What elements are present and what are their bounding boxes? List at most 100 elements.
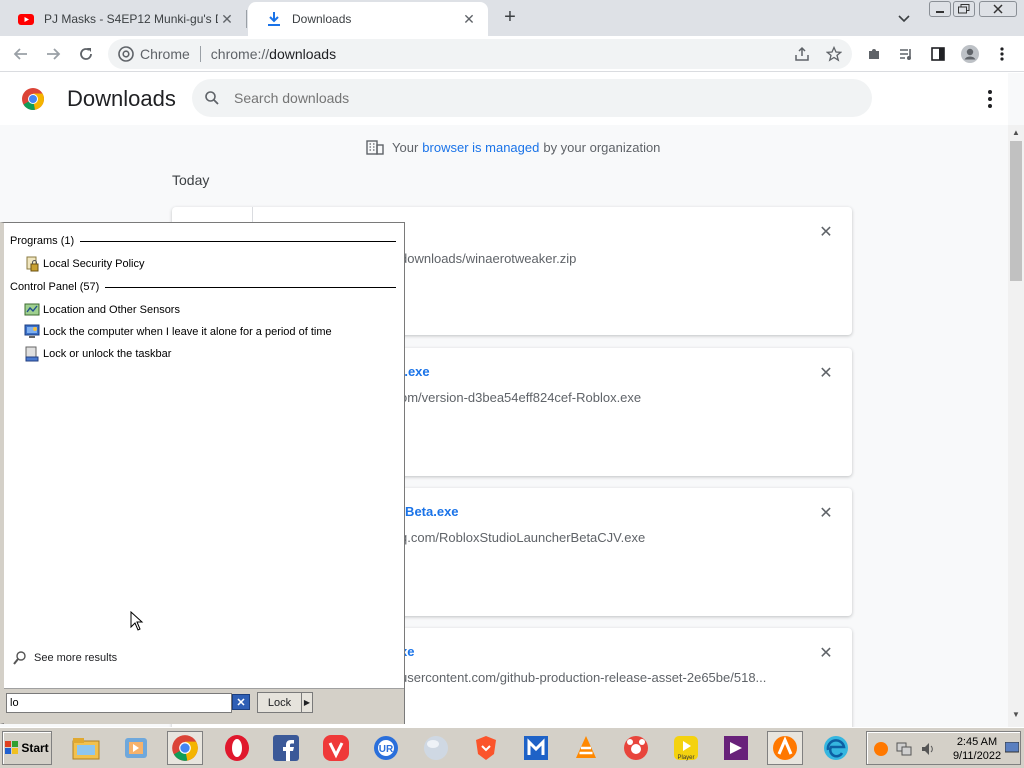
- see-more-results-link[interactable]: See more results: [12, 650, 117, 666]
- taskbar-visual-studio[interactable]: [718, 731, 754, 765]
- control-panel-header-label: Control Panel (57): [10, 281, 100, 293]
- taskbar-facebook[interactable]: [268, 731, 304, 765]
- tab-strip: PJ Masks - S4EP12 Munki-gu's Drag ✕ Down…: [0, 0, 1024, 36]
- avast-tray-icon[interactable]: [873, 741, 889, 757]
- taskbar-media-player[interactable]: [118, 731, 154, 765]
- volume-icon[interactable]: [920, 741, 936, 757]
- search-icon: [205, 91, 219, 105]
- taskbar-brave[interactable]: [468, 731, 504, 765]
- avatar-icon: [961, 45, 979, 63]
- clear-search-button[interactable]: ✕: [232, 694, 250, 710]
- taskbar-chrome[interactable]: [167, 731, 203, 765]
- close-tab-icon[interactable]: ✕: [460, 10, 478, 28]
- result-label: Lock the computer when I leave it alone …: [43, 326, 332, 338]
- restore-icon: [958, 4, 970, 14]
- tab-youtube[interactable]: PJ Masks - S4EP12 Munki-gu's Drag ✕: [0, 2, 246, 36]
- remove-download-button[interactable]: ✕: [816, 364, 836, 384]
- vlc-icon: [576, 736, 596, 758]
- taskbar-app[interactable]: [618, 731, 654, 765]
- programs-group-header: Programs (1): [10, 235, 396, 247]
- start-label: Start: [21, 741, 49, 755]
- edge-icon: [824, 736, 848, 760]
- download-url[interactable]: usercontent.com/github-production-releas…: [400, 670, 766, 685]
- page-title: Downloads: [67, 86, 176, 111]
- mouse-cursor-icon: [130, 611, 144, 631]
- scrollbar-thumb[interactable]: [1010, 141, 1022, 281]
- system-tray: 2:45 AM 9/11/2022: [866, 731, 1021, 765]
- downloads-menu-button[interactable]: [978, 87, 1002, 111]
- taskbar-opera[interactable]: [219, 731, 255, 765]
- minimize-button[interactable]: [929, 1, 951, 17]
- managed-link[interactable]: browser is managed: [422, 140, 539, 155]
- opera-icon: [225, 735, 249, 761]
- card-divider: [252, 207, 253, 223]
- taskbar-explorer[interactable]: [68, 731, 104, 765]
- close-window-button[interactable]: [979, 1, 1017, 17]
- search-input[interactable]: [234, 90, 834, 106]
- result-lock-computer[interactable]: Lock the computer when I leave it alone …: [24, 323, 332, 341]
- scroll-up-arrow-icon[interactable]: ▲: [1011, 128, 1021, 138]
- ur-browser-icon: UR: [374, 736, 398, 760]
- page-scrollbar[interactable]: ▲ ▼: [1008, 125, 1024, 727]
- taskbar-avast[interactable]: [767, 731, 803, 765]
- facebook-icon: [273, 735, 299, 761]
- start-search-input[interactable]: [6, 693, 232, 713]
- result-lock-taskbar[interactable]: Lock or unlock the taskbar: [24, 345, 171, 363]
- minimize-icon: [936, 11, 944, 13]
- taskbar-ur-browser[interactable]: UR: [368, 731, 404, 765]
- media-queue-icon: [900, 49, 911, 60]
- taskbar-vlc[interactable]: [568, 731, 604, 765]
- side-panel-button[interactable]: [926, 42, 950, 66]
- download-url[interactable]: q.com/RobloxStudioLauncherBetaCJV.exe: [400, 530, 645, 545]
- taskbar-player[interactable]: Player: [668, 731, 704, 765]
- start-button[interactable]: Start: [2, 731, 52, 765]
- back-button[interactable]: [9, 42, 33, 66]
- scroll-down-arrow-icon[interactable]: ▼: [1011, 710, 1021, 720]
- restore-button[interactable]: [953, 1, 975, 17]
- browser-menu-button[interactable]: [990, 42, 1014, 66]
- tab-downloads[interactable]: Downloads ✕: [248, 2, 488, 36]
- header-divider: [80, 240, 396, 242]
- media-button[interactable]: [894, 42, 918, 66]
- bookmark-button[interactable]: [822, 42, 846, 66]
- managed-suffix: by your organization: [543, 139, 661, 155]
- taskbar-maxthon[interactable]: [518, 731, 554, 765]
- download-filename[interactable]: rBeta.exe: [400, 504, 459, 519]
- lock-options-arrow-icon[interactable]: ▶: [301, 693, 312, 712]
- network-icon[interactable]: [896, 741, 912, 757]
- remove-download-button[interactable]: ✕: [816, 644, 836, 664]
- menu-dot: [988, 104, 992, 108]
- taskbar-globe[interactable]: [418, 731, 454, 765]
- reload-button[interactable]: [74, 42, 98, 66]
- profile-button[interactable]: [958, 42, 982, 66]
- address-bar[interactable]: Chrome chrome://downloads: [108, 39, 852, 69]
- puzzle-icon: [869, 49, 879, 59]
- close-tab-icon[interactable]: ✕: [218, 10, 236, 28]
- forward-button[interactable]: [41, 42, 65, 66]
- remove-download-button[interactable]: ✕: [816, 223, 836, 243]
- chevron-down-icon[interactable]: [895, 9, 913, 27]
- download-url[interactable]: downloads/winaerotweaker.zip: [400, 251, 576, 266]
- download-url[interactable]: om/version-d3bea54eff824cef-Roblox.exe: [400, 390, 641, 405]
- maxthon-icon: [524, 736, 548, 760]
- new-tab-button[interactable]: +: [498, 6, 522, 30]
- share-button[interactable]: [790, 42, 814, 66]
- result-local-security-policy[interactable]: Local Security Policy: [24, 255, 145, 273]
- downloads-search[interactable]: [192, 79, 872, 117]
- tab-title: Downloads: [292, 12, 352, 26]
- taskbar-vivaldi[interactable]: [318, 731, 354, 765]
- remove-download-button[interactable]: ✕: [816, 504, 836, 524]
- lock-button[interactable]: Lock ▶: [257, 692, 313, 713]
- chrome-icon: [172, 735, 198, 761]
- programs-header-label: Programs (1): [10, 235, 75, 247]
- explorer-icon: [72, 738, 100, 760]
- result-label: Location and Other Sensors: [43, 304, 180, 316]
- tab-title: PJ Masks - S4EP12 Munki-gu's Drag: [44, 12, 218, 26]
- show-desktop-icon[interactable]: [1005, 742, 1019, 754]
- taskbar-edge[interactable]: [818, 731, 854, 765]
- extensions-button[interactable]: [862, 42, 886, 66]
- result-location-sensors[interactable]: Location and Other Sensors: [24, 301, 180, 319]
- tray-clock[interactable]: 2:45 AM 9/11/2022: [947, 735, 1007, 763]
- avast-icon: [773, 736, 797, 760]
- clear-x-icon: ✕: [236, 696, 246, 709]
